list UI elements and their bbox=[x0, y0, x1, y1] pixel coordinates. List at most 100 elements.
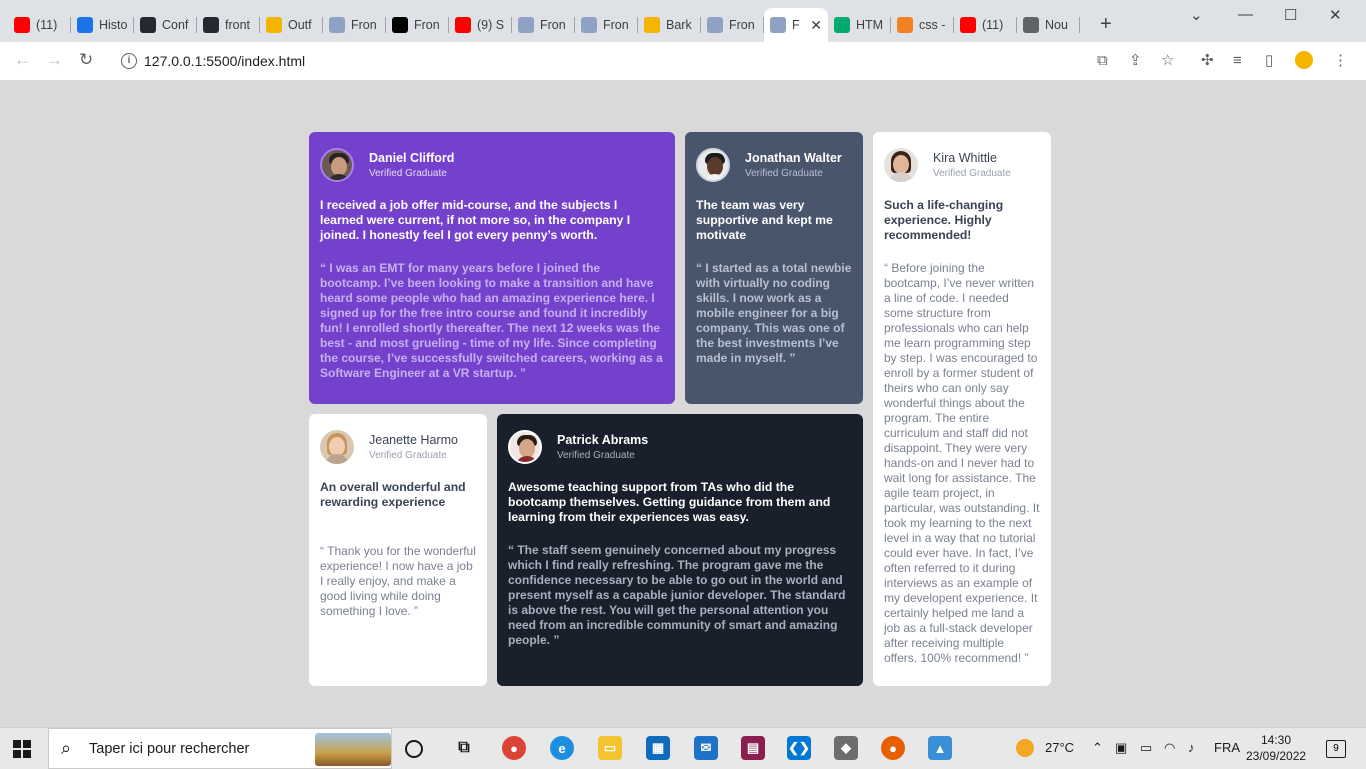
weather-sun-icon[interactable] bbox=[1016, 739, 1034, 757]
media-control-icon[interactable]: ≡ bbox=[1233, 53, 1242, 69]
tab-close-icon[interactable]: ✕ bbox=[810, 17, 822, 34]
new-tab-button[interactable]: + bbox=[1100, 14, 1112, 34]
browser-tab[interactable]: css - bbox=[891, 8, 954, 42]
tab-title: F bbox=[792, 18, 800, 32]
browser-tab[interactable]: Histo bbox=[71, 8, 134, 42]
battery-icon[interactable]: ▭ bbox=[1140, 740, 1152, 756]
browser-tab[interactable]: Nou bbox=[1017, 8, 1080, 42]
windows-start-icon[interactable] bbox=[13, 740, 31, 758]
browser-tab[interactable]: Outf bbox=[260, 8, 323, 42]
bookmark-star-icon[interactable]: ☆ bbox=[1161, 53, 1174, 69]
store-app-icon[interactable]: ▦ bbox=[646, 736, 670, 760]
tab-title: Histo bbox=[99, 18, 128, 32]
tab-title: Outf bbox=[288, 18, 312, 32]
window-close-icon[interactable]: ✕ bbox=[1329, 6, 1342, 24]
firefox-app-icon[interactable]: ● bbox=[881, 736, 905, 760]
testimonial-summary: Such a life-changing experience. Highly … bbox=[884, 198, 1004, 242]
browser-tab[interactable]: Conf bbox=[134, 8, 197, 42]
testimonial-quote: “ Thank you for the wonderful experience… bbox=[320, 544, 476, 618]
side-panel-icon[interactable]: ▯ bbox=[1265, 53, 1273, 69]
search-placeholder: Taper ici pour rechercher bbox=[89, 741, 250, 757]
tab-title: (9) S bbox=[477, 18, 505, 32]
winrar-app-icon[interactable]: ▤ bbox=[741, 736, 765, 760]
avatar bbox=[320, 430, 354, 464]
frontend-mentor-icon bbox=[329, 17, 345, 33]
mail-app-icon[interactable]: ✉ bbox=[694, 736, 718, 760]
weather-temperature[interactable]: 27°C bbox=[1045, 740, 1074, 755]
browser-tab[interactable]: Fron bbox=[512, 8, 575, 42]
testimonial-summary: An overall wonderful and rewarding exper… bbox=[320, 480, 466, 509]
reload-icon[interactable]: ↻ bbox=[79, 51, 93, 69]
task-view-icon[interactable]: ⧉ bbox=[452, 736, 476, 760]
tab-title: Bark bbox=[666, 18, 692, 32]
forward-icon[interactable]: → bbox=[46, 51, 63, 69]
photos-app-icon[interactable]: ▲ bbox=[928, 736, 952, 760]
tab-title: css - bbox=[919, 18, 946, 32]
browser-tab[interactable]: Fron bbox=[701, 8, 764, 42]
minimize-icon[interactable]: — bbox=[1238, 6, 1253, 23]
search-icon: ⌕ bbox=[61, 738, 72, 758]
browser-tab[interactable]: (11) bbox=[8, 8, 71, 42]
system-clock[interactable]: 14:30 23/09/2022 bbox=[1246, 732, 1306, 764]
dev-icon bbox=[392, 17, 408, 33]
browser-tab[interactable]: front bbox=[197, 8, 260, 42]
avatar bbox=[696, 148, 730, 182]
tab-title: Nou bbox=[1045, 18, 1068, 32]
notification-center-icon[interactable]: 9 bbox=[1326, 740, 1346, 758]
outfit-icon bbox=[266, 17, 282, 33]
author-role: Verified Graduate bbox=[369, 168, 447, 179]
testimonials-page: Daniel Clifford Verified Graduate I rece… bbox=[0, 80, 1366, 727]
testimonial-quote: “ I started as a total newbie with virtu… bbox=[696, 261, 852, 365]
browser-tab[interactable]: Bark bbox=[638, 8, 701, 42]
testimonial-card-daniel: Daniel Clifford Verified Graduate I rece… bbox=[309, 132, 675, 404]
url-text[interactable]: 127.0.0.1:5500/index.html bbox=[144, 53, 305, 69]
browser-tab[interactable]: Fron bbox=[575, 8, 638, 42]
browser-tab[interactable]: F ✕ bbox=[764, 8, 828, 42]
chrome-app-icon[interactable]: ● bbox=[502, 736, 526, 760]
maximize-icon[interactable]: ☐ bbox=[1284, 6, 1297, 24]
browser-tab[interactable]: HTM bbox=[828, 8, 891, 42]
clock-time: 14:30 bbox=[1260, 733, 1292, 747]
author-name: Daniel Clifford bbox=[369, 151, 455, 165]
menu-kebab-icon[interactable]: ⋮ bbox=[1333, 53, 1348, 69]
edge-app-icon[interactable]: e bbox=[550, 736, 574, 760]
git-app-icon[interactable]: ◆ bbox=[834, 736, 858, 760]
file-explorer-icon[interactable]: ▭ bbox=[598, 736, 622, 760]
show-hidden-icons-icon[interactable]: ⌃ bbox=[1092, 740, 1103, 756]
clock-date: 23/09/2022 bbox=[1246, 749, 1307, 763]
youtube-icon bbox=[960, 17, 976, 33]
w3schools-icon bbox=[834, 17, 850, 33]
vscode-app-icon[interactable]: ❮❯ bbox=[787, 736, 811, 760]
wifi-icon[interactable]: ◠ bbox=[1164, 740, 1175, 756]
volume-icon[interactable]: ♪ bbox=[1188, 740, 1195, 755]
browser-tab[interactable]: (11) bbox=[954, 8, 1017, 42]
tab-search-icon[interactable]: ⌄ bbox=[1190, 6, 1203, 24]
tab-title: (11) bbox=[36, 18, 58, 32]
avatar bbox=[320, 148, 354, 182]
address-bar[interactable]: i 127.0.0.1:5500/index.html bbox=[110, 46, 1194, 76]
testimonial-card-jonathan: Jonathan Walter Verified Graduate The te… bbox=[685, 132, 863, 404]
extensions-icon[interactable]: ✣ bbox=[1201, 53, 1214, 69]
share-icon[interactable]: ⇪ bbox=[1129, 53, 1142, 69]
browser-tab[interactable]: Fron bbox=[323, 8, 386, 42]
author-role: Verified Graduate bbox=[557, 450, 635, 461]
browser-tab[interactable]: Fron bbox=[386, 8, 449, 42]
history-icon bbox=[77, 17, 93, 33]
taskbar-search-box[interactable]: ⌕ Taper ici pour rechercher bbox=[48, 728, 392, 769]
testimonial-quote: “ I was an EMT for many years before I j… bbox=[320, 261, 663, 380]
browser-tab[interactable]: (9) S bbox=[449, 8, 512, 42]
testimonial-card-patrick: Patrick Abrams Verified Graduate Awesome… bbox=[497, 414, 863, 686]
back-icon[interactable]: ← bbox=[14, 51, 31, 69]
tab-title: Fron bbox=[603, 18, 629, 32]
site-info-icon[interactable]: i bbox=[121, 53, 137, 69]
meet-now-icon[interactable]: ▣ bbox=[1115, 740, 1127, 756]
barlow-icon bbox=[644, 17, 660, 33]
translate-icon[interactable]: ⧉ bbox=[1097, 53, 1108, 69]
author-name: Kira Whittle bbox=[933, 151, 997, 165]
language-indicator[interactable]: FRA bbox=[1214, 740, 1240, 755]
frontend-mentor-icon bbox=[707, 17, 723, 33]
profile-avatar-icon[interactable] bbox=[1295, 51, 1313, 69]
cortana-icon[interactable] bbox=[405, 740, 423, 758]
search-highlight-image bbox=[315, 733, 391, 766]
github-icon bbox=[203, 17, 219, 33]
